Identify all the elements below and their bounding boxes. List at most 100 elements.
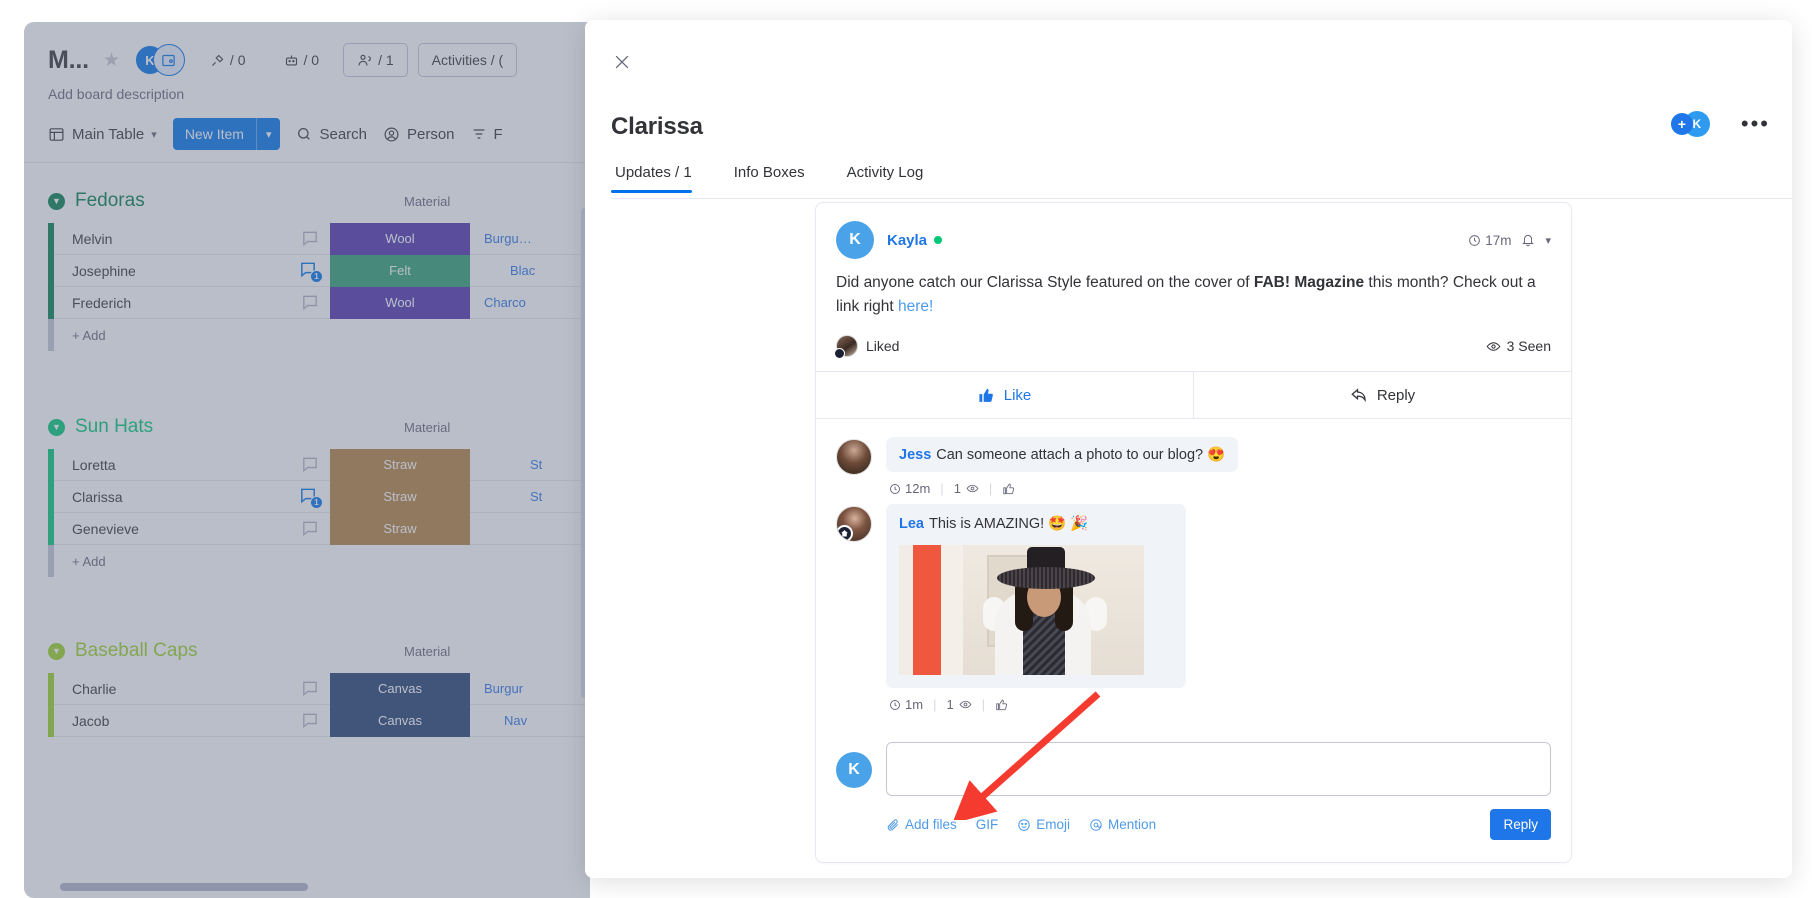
activities-chip[interactable]: Activities / ( <box>418 43 518 77</box>
comment-meta: 12m | 1 | <box>886 481 1551 496</box>
row-comment-icon[interactable] <box>290 520 330 537</box>
gif-button[interactable]: GIF <box>976 817 999 832</box>
table-row[interactable]: Genevieve Straw <box>48 513 590 545</box>
table-row[interactable]: Josephine 1 Felt Blac <box>48 255 590 287</box>
row-comment-icon[interactable] <box>290 712 330 729</box>
person-filter-button[interactable]: Person <box>383 126 455 143</box>
column-header-material: Material <box>404 194 450 209</box>
board-toolbar: Main Table ▾ New Item ▾ Search Person <box>24 104 590 162</box>
comment-view-count: 1 <box>954 481 961 496</box>
table-row[interactable]: Melvin Wool Burgu… <box>48 223 590 255</box>
table-row[interactable]: Loretta Straw St <box>48 449 590 481</box>
close-icon[interactable] <box>611 52 633 74</box>
like-button-label: Like <box>1004 387 1032 404</box>
integrations-chip[interactable]: / 0 <box>196 43 260 77</box>
tab-info-boxes[interactable]: Info Boxes <box>730 160 821 192</box>
board-header: M... ★ K / 0 / 0 <box>24 22 590 102</box>
modal-avatar-group[interactable]: + K <box>1671 111 1715 137</box>
post-meta: 17m ▾ <box>1468 233 1551 248</box>
comment-view-count: 1 <box>946 697 953 712</box>
reply-composer: K Add files GIF <box>816 726 1571 862</box>
table-row[interactable]: Jacob Canvas Nav <box>48 705 590 737</box>
group-name[interactable]: Baseball Caps <box>75 640 198 662</box>
like-button[interactable]: Like <box>816 372 1193 418</box>
tab-updates[interactable]: Updates / 1 <box>611 160 708 192</box>
favorite-star-icon[interactable]: ★ <box>103 51 120 70</box>
filter-button[interactable]: F <box>471 126 503 143</box>
emoji-button[interactable]: Emoji <box>1017 817 1070 832</box>
new-item-chevron-icon[interactable]: ▾ <box>257 128 281 141</box>
submit-reply-button[interactable]: Reply <box>1490 809 1551 840</box>
row-comment-icon[interactable] <box>290 294 330 311</box>
avatar <box>836 506 872 542</box>
row-comment-icon[interactable]: 1 <box>290 487 330 507</box>
seen-indicator[interactable]: 3 Seen <box>1486 338 1551 354</box>
chevron-down-icon[interactable]: ▾ <box>1545 234 1551 247</box>
group-collapse-icon[interactable]: ▼ <box>48 193 65 210</box>
add-row-button[interactable]: + Add <box>48 545 590 577</box>
avatar: K <box>836 752 872 788</box>
post-author[interactable]: Kayla <box>887 232 927 249</box>
comment-author[interactable]: Jess <box>899 447 931 463</box>
more-options-icon[interactable]: ••• <box>1741 118 1770 130</box>
people-chip-label: / 1 <box>378 52 394 68</box>
modal-header-actions: + K ••• <box>1671 111 1770 137</box>
row-material[interactable]: Straw <box>330 481 470 513</box>
home-badge-icon <box>836 525 853 542</box>
tab-activity-log[interactable]: Activity Log <box>843 160 940 192</box>
board-avatar-group[interactable]: K <box>134 44 186 76</box>
row-comment-icon[interactable] <box>290 230 330 247</box>
people-chip[interactable]: / 1 <box>343 43 408 77</box>
eye-icon <box>966 482 979 495</box>
emoji-label: Emoji <box>1036 817 1070 832</box>
group-collapse-icon[interactable]: ▼ <box>48 643 65 660</box>
post-footer: Liked 3 Seen <box>816 319 1571 372</box>
reply-button[interactable]: Reply <box>1194 372 1571 418</box>
add-row-label: + Add <box>54 554 106 569</box>
thumbs-up-icon[interactable] <box>995 698 1009 712</box>
add-row-label: + Add <box>54 328 106 343</box>
board-horizontal-scrollbar[interactable] <box>60 883 308 891</box>
table-row[interactable]: Charlie Canvas Burgur <box>48 673 590 705</box>
row-material[interactable]: Canvas <box>330 673 470 705</box>
reply-button-label: Reply <box>1377 387 1415 404</box>
bell-icon[interactable] <box>1521 233 1535 247</box>
board-invite-icon[interactable] <box>153 44 185 76</box>
board-description[interactable]: Add board description <box>48 86 568 102</box>
row-material[interactable]: Straw <box>330 449 470 481</box>
row-comment-icon[interactable] <box>290 680 330 697</box>
table-row[interactable]: Frederich Wool Charco <box>48 287 590 319</box>
table-row[interactable]: Clarissa 1 Straw St <box>48 481 590 513</box>
group-name[interactable]: Fedoras <box>75 190 145 212</box>
board-group-fedoras: ▼ Fedoras Material Melvin Wool Burgu… <box>24 185 590 351</box>
row-material[interactable]: Canvas <box>330 705 470 737</box>
row-material[interactable]: Felt <box>330 255 470 287</box>
automations-chip[interactable]: / 0 <box>270 43 334 77</box>
add-files-button[interactable]: Add files <box>886 817 957 832</box>
activities-chip-label: Activities / ( <box>432 52 504 68</box>
group-collapse-icon[interactable]: ▼ <box>48 419 65 436</box>
liked-indicator[interactable]: Liked <box>836 335 899 357</box>
row-comment-icon[interactable] <box>290 456 330 473</box>
row-material[interactable]: Wool <box>330 287 470 319</box>
post-text-part1: Did anyone catch our Clarissa Style feat… <box>836 274 1254 291</box>
board-group-sun-hats: ▼ Sun Hats Material Loretta Straw St <box>24 411 590 577</box>
comment-author[interactable]: Lea <box>899 516 924 532</box>
add-row-button[interactable]: + Add <box>48 319 590 351</box>
comment-bubble: LeaThis is AMAZING! 🤩 🎉 <box>886 504 1186 688</box>
search-button[interactable]: Search <box>296 126 367 143</box>
comment-attached-image[interactable] <box>899 545 1144 675</box>
add-person-button[interactable]: + <box>1671 113 1693 135</box>
row-extra: Charco <box>470 295 526 310</box>
row-material[interactable]: Wool <box>330 223 470 255</box>
view-selector[interactable]: Main Table ▾ <box>48 126 157 143</box>
new-item-button[interactable]: New Item ▾ <box>173 118 281 150</box>
row-comment-icon[interactable]: 1 <box>290 261 330 281</box>
thumbs-up-icon[interactable] <box>1002 482 1016 496</box>
reply-input[interactable] <box>886 742 1551 796</box>
row-material[interactable]: Straw <box>330 513 470 545</box>
post-link[interactable]: here! <box>898 298 933 315</box>
group-name[interactable]: Sun Hats <box>75 416 153 438</box>
mention-button[interactable]: Mention <box>1089 817 1156 832</box>
avatar <box>836 439 872 475</box>
